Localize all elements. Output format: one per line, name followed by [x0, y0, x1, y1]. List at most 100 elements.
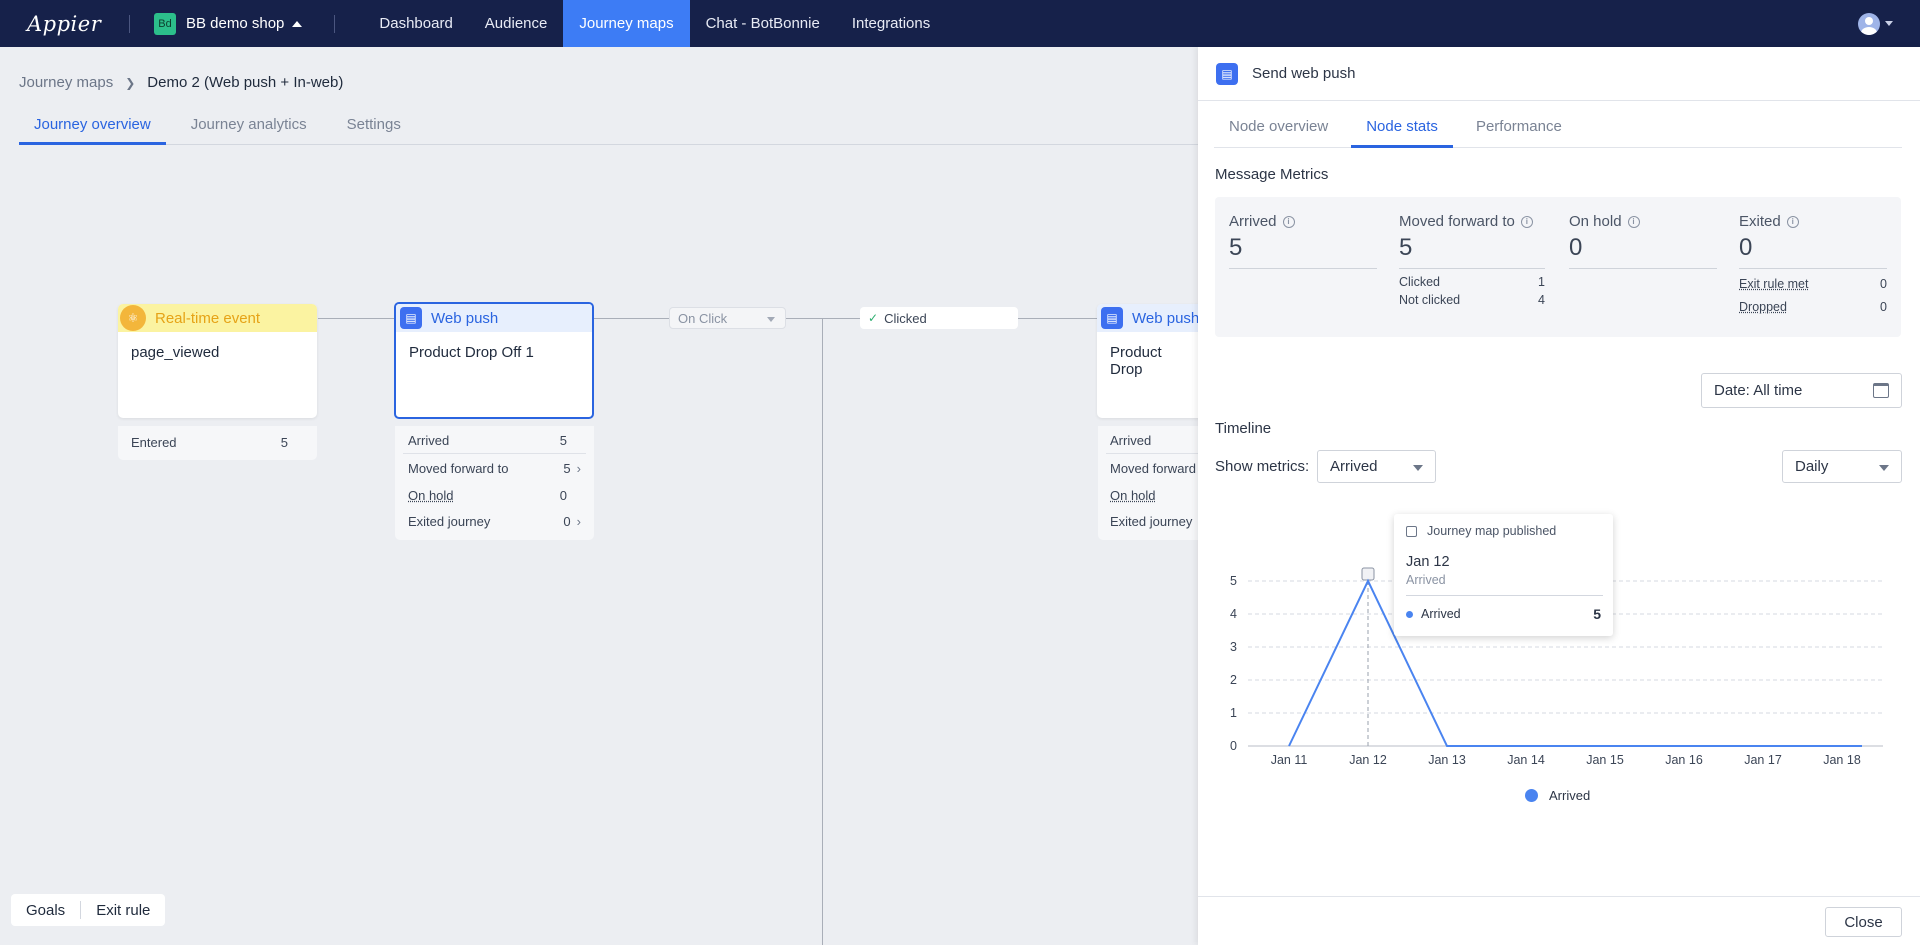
sub-label: Not clicked	[1399, 293, 1461, 307]
clicked-label: Clicked	[884, 310, 927, 326]
sub-label: Clicked	[1399, 275, 1440, 289]
publish-icon	[1406, 525, 1417, 537]
metric-sub-dropped: Dropped 0	[1739, 300, 1887, 314]
web-push-node-type: Web push	[431, 309, 499, 327]
caret-up-icon	[292, 20, 303, 27]
connector-line	[1017, 318, 1097, 319]
x-tick-label: Jan 12	[1349, 753, 1387, 767]
x-tick-label: Jan 16	[1665, 753, 1703, 767]
stat-row-moved-forward[interactable]: Moved forward to 5 ›	[403, 454, 586, 482]
info-icon[interactable]: i	[1520, 215, 1533, 228]
date-filter-button[interactable]: Date: All time	[1701, 373, 1902, 408]
dropped-link[interactable]: Dropped	[1739, 300, 1787, 314]
app-logo[interactable]: Appier	[27, 12, 117, 36]
publish-marker-icon	[1361, 567, 1375, 581]
chart-legend[interactable]: Arrived	[1525, 788, 1590, 803]
exit-rule-met-link[interactable]: Exit rule met	[1739, 277, 1808, 291]
chevron-right-icon: ›	[576, 513, 581, 529]
sub-value: 1	[1538, 275, 1545, 289]
tab-settings[interactable]: Settings	[332, 106, 416, 145]
stat-row-exited[interactable]: Exited journey 0 ›	[403, 508, 586, 534]
on-click-dropdown[interactable]: On Click	[669, 307, 786, 329]
clicked-branch-label[interactable]: ✓ Clicked	[860, 307, 1018, 329]
close-button[interactable]: Close	[1825, 907, 1902, 937]
event-node[interactable]: ⚛ Real-time event page_viewed	[118, 304, 317, 418]
info-icon[interactable]: i	[1282, 215, 1295, 228]
sub-value: 0	[1880, 277, 1887, 291]
tab-performance[interactable]: Performance	[1461, 106, 1577, 148]
nav-item-dashboard[interactable]: Dashboard	[363, 0, 468, 47]
stat-label: Entered	[131, 434, 177, 450]
metric-select[interactable]: Arrived	[1317, 450, 1436, 483]
shop-switcher[interactable]: Bd BB demo shop	[154, 12, 322, 35]
web-push-node-2[interactable]: ▤ Web push Product Drop	[1097, 304, 1207, 418]
journey-tabs: Journey overview Journey analytics Setti…	[19, 106, 1199, 145]
tooltip-divider	[1406, 595, 1603, 596]
goals-button[interactable]: Goals	[11, 902, 80, 919]
show-metrics-label: Show metrics:	[1215, 458, 1310, 475]
stat-value: 0	[563, 513, 571, 529]
tooltip-row: Arrived 5	[1406, 606, 1601, 622]
breadcrumb-parent-link[interactable]: Journey maps	[19, 74, 113, 91]
info-icon[interactable]: i	[1786, 215, 1799, 228]
stat-value: 0	[559, 487, 567, 503]
calendar-icon	[1873, 383, 1889, 398]
chevron-down-icon[interactable]	[1885, 21, 1893, 26]
stat-row-exited[interactable]: Exited journey	[1106, 508, 1200, 534]
x-tick-label: Jan 13	[1428, 753, 1466, 767]
web-push-node[interactable]: ▤ Web push Product Drop Off 1	[394, 302, 594, 419]
web-push-node-2-type: Web push	[1132, 309, 1200, 327]
exit-rule-button[interactable]: Exit rule	[81, 902, 165, 919]
chart-tooltip: Journey map published Jan 12 Arrived Arr…	[1394, 514, 1613, 636]
y-tick-label: 0	[1230, 739, 1237, 753]
nav-item-integrations[interactable]: Integrations	[836, 0, 946, 47]
panel-title: Send web push	[1252, 65, 1356, 82]
tab-journey-overview[interactable]: Journey overview	[19, 106, 166, 145]
tab-node-stats[interactable]: Node stats	[1351, 106, 1453, 148]
x-tick-label: Jan 15	[1586, 753, 1624, 767]
nav-item-journey-maps[interactable]: Journey maps	[563, 0, 690, 47]
metric-moved-forward: Moved forward to i 5 Clicked 1 Not clicked…	[1399, 213, 1545, 307]
caret-down-icon	[1413, 465, 1423, 471]
metric-label: On hold	[1569, 213, 1622, 230]
x-tick-label: Jan 14	[1507, 753, 1545, 767]
caret-down-icon	[1879, 465, 1889, 471]
tab-node-overview[interactable]: Node overview	[1214, 106, 1343, 148]
stat-row-moved-forward[interactable]: Moved forward	[1106, 454, 1200, 482]
nav-divider	[129, 14, 130, 33]
tab-journey-analytics[interactable]: Journey analytics	[176, 106, 322, 145]
stat-label: Moved forward to	[408, 460, 509, 476]
message-metrics-title: Message Metrics	[1215, 166, 1329, 183]
stat-row-arrived: Arrived 5	[403, 428, 586, 454]
info-icon[interactable]: i	[1627, 215, 1640, 228]
metric-sub-not-clicked: Not clicked 4	[1399, 293, 1545, 307]
message-metrics: Arrived i 5 Moved forward to i 5 Clicked 1 …	[1215, 197, 1901, 337]
metric-label: Arrived	[1229, 213, 1277, 230]
user-avatar-icon[interactable]	[1858, 13, 1880, 35]
stat-label: Exited journey	[408, 513, 491, 529]
metric-label: Exited	[1739, 213, 1781, 230]
granularity-select[interactable]: Daily	[1782, 450, 1902, 483]
stat-value: 5	[280, 434, 288, 450]
chevron-right-icon: ❯	[125, 75, 136, 90]
message-icon: ▤	[400, 307, 422, 329]
stat-row-on-hold[interactable]: On hold 0	[403, 482, 586, 508]
message-icon: ▤	[1216, 62, 1238, 85]
y-tick-label: 4	[1230, 607, 1237, 621]
hexagon-event-icon: ⚛	[120, 305, 146, 331]
y-tick-label: 1	[1230, 706, 1237, 720]
on-click-label: On Click	[678, 310, 728, 326]
tooltip-date: Jan 12	[1406, 554, 1450, 570]
metric-sub-clicked: Clicked 1	[1399, 275, 1545, 289]
metric-value: 5	[1229, 234, 1377, 269]
panel-tabs: Node overview Node stats Performance	[1214, 106, 1902, 148]
connector-line	[318, 318, 394, 319]
series-dot	[1406, 611, 1413, 618]
y-tick-label: 2	[1230, 673, 1237, 687]
stat-row-on-hold[interactable]: On hold	[1106, 482, 1200, 508]
nav-item-chat-botbonnie[interactable]: Chat - BotBonnie	[690, 0, 836, 47]
nav-item-audience[interactable]: Audience	[469, 0, 564, 47]
sub-value: 4	[1538, 293, 1545, 307]
legend-dot	[1525, 789, 1538, 802]
y-tick-label: 5	[1230, 574, 1237, 588]
